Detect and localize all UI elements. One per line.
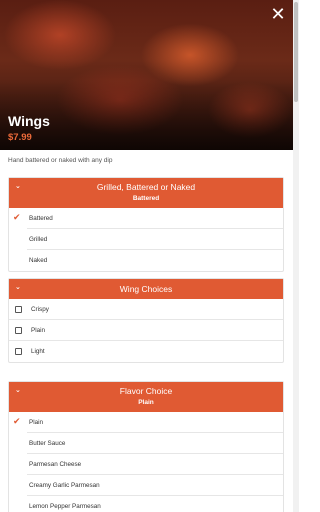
option-label: Battered	[29, 214, 53, 222]
option-list: Crispy Plain Light	[9, 299, 283, 362]
option-label: Light	[31, 348, 45, 355]
option-label: Butter Sauce	[29, 439, 66, 447]
checkbox-icon[interactable]	[15, 327, 22, 334]
option-list: ✔ Battered Grilled Naked	[9, 208, 283, 271]
group-header[interactable]: ⌄ Wing Choices	[9, 279, 283, 299]
option-group-flavor-choice: ⌄ Flavor Choice Plain ✔ Plain Butter Sau…	[8, 381, 284, 512]
option-label: Crispy	[31, 305, 49, 313]
option-label: Parmesan Cheese	[29, 460, 82, 468]
checkbox-icon[interactable]	[15, 348, 22, 355]
option-label: Naked	[29, 257, 48, 264]
chevron-down-icon[interactable]: ⌄	[15, 283, 21, 291]
option-butter-sauce[interactable]: Butter Sauce	[27, 433, 283, 454]
close-icon[interactable]: ✕	[269, 6, 287, 24]
option-group-wing-choices: ⌄ Wing Choices Crispy Plain Light	[8, 278, 284, 363]
checkbox-icon[interactable]	[15, 306, 22, 313]
option-light[interactable]: Light	[9, 341, 283, 362]
option-parmesan-cheese[interactable]: Parmesan Cheese	[27, 454, 283, 475]
option-label: Lemon Pepper Parmesan	[29, 503, 101, 510]
option-label: Creamy Garlic Parmesan	[29, 481, 100, 489]
group-title: Grilled, Battered or Naked	[96, 182, 196, 192]
option-crispy[interactable]: Crispy	[9, 299, 283, 320]
option-label: Plain	[31, 326, 46, 334]
scrollbar-thumb[interactable]	[294, 2, 298, 102]
group-header[interactable]: ⌄ Flavor Choice Plain	[9, 382, 283, 412]
option-creamy-garlic-parmesan[interactable]: Creamy Garlic Parmesan	[27, 475, 283, 496]
item-title: Wings	[8, 113, 50, 129]
option-list: ✔ Plain Butter Sauce Parmesan Cheese Cre…	[9, 412, 283, 512]
chevron-down-icon[interactable]: ⌄	[15, 386, 21, 394]
group-title: Flavor Choice	[119, 386, 173, 396]
group-header[interactable]: ⌄ Grilled, Battered or Naked Battered	[9, 178, 283, 208]
option-naked[interactable]: Naked	[27, 250, 283, 271]
option-battered[interactable]: ✔ Battered	[13, 208, 283, 229]
option-label: Plain	[29, 418, 44, 426]
item-description: Hand battered or naked with any dip	[8, 157, 113, 164]
group-selected-value: Battered	[132, 195, 160, 202]
item-price: $7.99	[8, 132, 32, 143]
option-lemon-pepper-parmesan[interactable]: Lemon Pepper Parmesan	[27, 496, 283, 512]
group-title: Wing Choices	[119, 284, 173, 294]
option-plain[interactable]: Plain	[9, 320, 283, 341]
check-icon: ✔	[13, 417, 21, 427]
option-grilled[interactable]: Grilled	[27, 229, 283, 250]
scrollbar[interactable]	[293, 0, 299, 512]
option-plain[interactable]: ✔ Plain	[13, 412, 283, 433]
check-icon: ✔	[13, 213, 21, 223]
chevron-down-icon[interactable]: ⌄	[15, 182, 21, 190]
option-group-preparation: ⌄ Grilled, Battered or Naked Battered ✔ …	[8, 177, 284, 272]
group-selected-value: Plain	[138, 399, 154, 406]
option-label: Grilled	[29, 235, 48, 243]
